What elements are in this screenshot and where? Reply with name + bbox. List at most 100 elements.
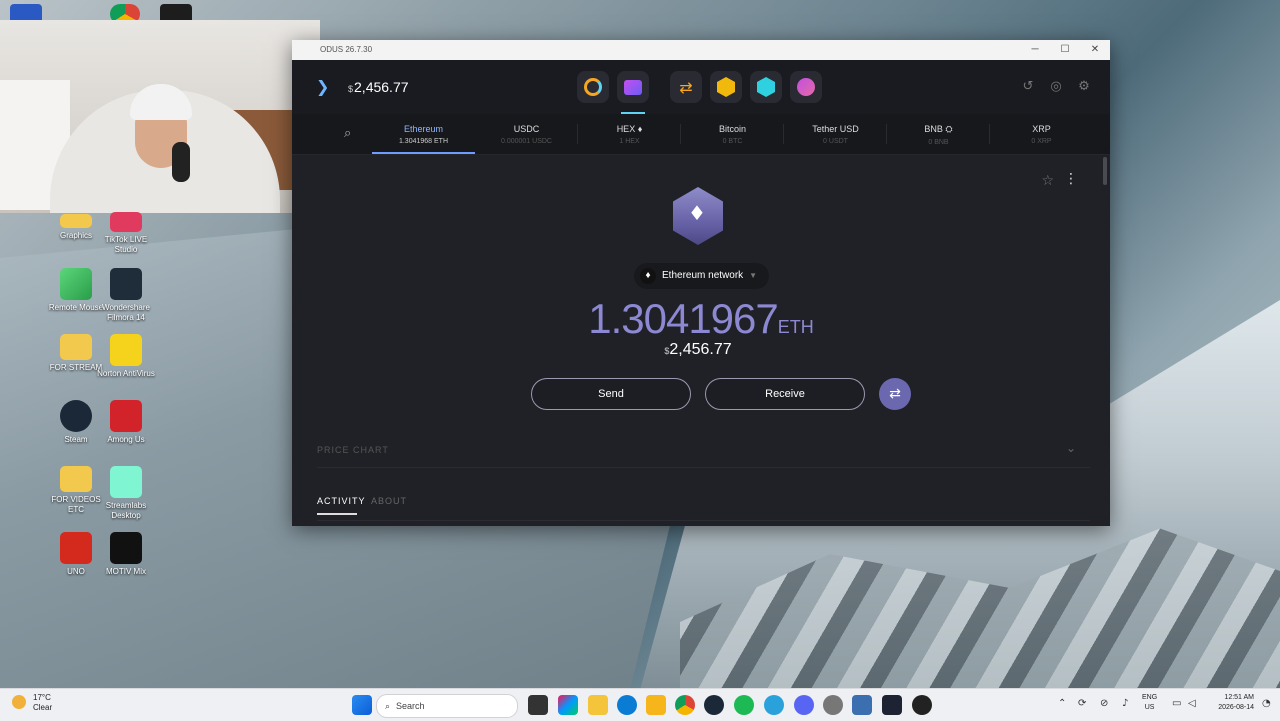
chevron-down-icon[interactable]: ⌄ — [1066, 441, 1076, 455]
ethereum-icon: ♦ — [640, 268, 656, 284]
obs-icon[interactable] — [912, 695, 932, 715]
earn-nav-icon[interactable] — [710, 71, 742, 103]
minimize-icon[interactable]: ─ — [1020, 40, 1050, 60]
desktop-icon-label: TikTok LIVE Studio — [104, 235, 148, 254]
file-explorer-icon[interactable] — [588, 695, 608, 715]
app-icon[interactable] — [646, 695, 666, 715]
asset-name: Bitcoin — [718, 124, 746, 134]
motiv-mix-icon — [110, 532, 142, 564]
favorite-star-icon[interactable]: ☆ — [1041, 173, 1054, 189]
start-windows-icon[interactable] — [352, 695, 372, 715]
exchange-nav-icon[interactable]: ⇄ — [670, 71, 702, 103]
price-chart-toggle[interactable]: PRICE CHART — [317, 445, 389, 455]
streamlabs-icon — [110, 466, 142, 498]
wallet-content: ☆ ⋮ ♦ ♦ Ethereum network ▼ 1.3041967ETH $2… — [292, 155, 1110, 526]
balance-value: 2,456.77 — [354, 79, 409, 95]
asset-tab-bnb[interactable]: BNB ⛭ 0 BNB — [887, 114, 990, 154]
desktop-icon-among-us[interactable]: Among Us — [94, 400, 158, 445]
tab-activity[interactable]: ACTIVITY — [317, 496, 366, 515]
apps-nav-icon[interactable] — [750, 71, 782, 103]
desktop-icon-label: Wondershare Filmora 14 — [102, 303, 150, 322]
search-input[interactable]: ⌕ Search — [376, 694, 518, 718]
chevron-down-icon: ▼ — [749, 271, 758, 280]
asset-tab-xrp[interactable]: XRP 0 XRP — [990, 114, 1093, 154]
fiat-value: 2,456.77 — [669, 341, 732, 358]
desktop-icon-motiv[interactable]: MOTIV Mix — [94, 532, 158, 577]
desktop-icon-filmora[interactable]: Wondershare Filmora 14 — [94, 268, 158, 323]
desktop-icon-streamlabs[interactable]: Streamlabs Desktop — [94, 466, 158, 521]
divider — [317, 520, 1090, 521]
chevron-up-icon[interactable]: ⌃ — [1058, 698, 1066, 709]
language-indicator[interactable]: ENG US — [1142, 693, 1157, 713]
norton-icon — [110, 334, 142, 366]
moon-icon — [12, 695, 26, 709]
search-placeholder: Search — [396, 701, 425, 711]
maximize-icon[interactable]: ☐ — [1050, 40, 1080, 60]
close-icon[interactable]: ✕ — [1080, 40, 1110, 60]
network-selector[interactable]: ♦ Ethereum network ▼ — [634, 263, 770, 289]
folder-icon — [60, 466, 92, 492]
scrollbar[interactable] — [1103, 157, 1107, 185]
app-icon[interactable] — [852, 695, 872, 715]
tiktok-icon — [110, 212, 142, 232]
asset-name: USDC — [513, 124, 540, 134]
sync-icon[interactable]: ⟳ — [1078, 698, 1086, 709]
title-bar[interactable]: ODUS 26.7.30 ─ ☐ ✕ — [292, 40, 1110, 60]
copilot-icon[interactable] — [558, 695, 578, 715]
weather-desc: Clear — [33, 703, 53, 712]
history-icon[interactable]: ↺ — [1020, 79, 1036, 95]
asset-tab-hex[interactable]: HEX ♦ 1 HEX — [578, 114, 681, 154]
display-icon[interactable]: ▭ — [1172, 698, 1181, 709]
microphone-icon[interactable]: ♪ — [1122, 698, 1128, 709]
search-icon[interactable]: ⌕ — [344, 126, 351, 141]
folder-icon — [60, 214, 92, 228]
task-view-icon[interactable] — [528, 695, 548, 715]
asset-tab-usdc[interactable]: USDC 0.000001 USDC — [475, 114, 578, 154]
settings-gear-icon[interactable]: ⚙ — [1076, 79, 1092, 95]
portfolio-balance: $2,456.77 — [348, 79, 409, 95]
spotify-icon[interactable] — [734, 695, 754, 715]
swap-icon: ⇄ — [889, 386, 901, 402]
edge-icon[interactable] — [617, 695, 637, 715]
speaker-icon[interactable]: ◁ — [1188, 698, 1196, 709]
nft-nav-icon[interactable] — [790, 71, 822, 103]
steam-icon[interactable] — [704, 695, 724, 715]
search-icon: ⌕ — [385, 701, 391, 711]
chrome-icon[interactable] — [675, 695, 695, 715]
asset-amount: 0 BTC — [722, 138, 743, 145]
more-options-icon[interactable]: ⋮ — [1064, 171, 1078, 187]
tab-about[interactable]: ABOUT — [371, 496, 407, 506]
desktop-icon-tiktok[interactable]: TikTok LIVE Studio — [94, 212, 158, 255]
backup-icon[interactable]: ◎ — [1048, 79, 1064, 95]
lang-code: ENG — [1142, 694, 1158, 701]
portfolio-nav-icon[interactable] — [577, 71, 609, 103]
network-label: Ethereum network — [662, 270, 744, 281]
asset-tab-ethereum[interactable]: Ethereum 1.3041968 ETH — [372, 114, 475, 154]
window-title: ODUS 26.7.30 — [320, 45, 373, 54]
filmora-icon — [110, 268, 142, 300]
top-nav: ❯ $2,456.77 ⇄ ↺ ◎ ⚙ — [292, 60, 1110, 114]
asset-tab-bitcoin[interactable]: Bitcoin 0 BTC — [681, 114, 784, 154]
webcam-overlay — [0, 20, 320, 213]
telegram-icon[interactable] — [764, 695, 784, 715]
asset-tab-tether[interactable]: Tether USD 0 USDT — [784, 114, 887, 154]
asset-name: Tether USD — [812, 124, 859, 134]
discord-icon[interactable] — [794, 695, 814, 715]
asset-amount: 1 HEX — [619, 138, 640, 145]
exodus-icon[interactable] — [882, 695, 902, 715]
weather-temp: 17°C — [33, 693, 51, 702]
network-off-icon[interactable]: ⊘ — [1100, 698, 1108, 709]
remote-mouse-icon — [60, 268, 92, 300]
clock[interactable]: 12:51 AM 2026-08-14 — [1206, 693, 1254, 713]
wallet-nav-icon[interactable] — [617, 71, 649, 114]
clock-time: 12:51 AM — [1224, 694, 1254, 701]
swap-button[interactable]: ⇄ — [879, 378, 911, 410]
asset-amount: 0 USDT — [823, 138, 848, 145]
notification-icon[interactable]: ◔ — [1262, 698, 1271, 709]
exodus-logo-icon: ❯ — [316, 77, 330, 96]
desktop-icon-norton[interactable]: Norton AntiVirus — [94, 334, 158, 379]
send-button[interactable]: Send — [531, 378, 691, 410]
receive-button[interactable]: Receive — [705, 378, 865, 410]
settings-icon[interactable] — [823, 695, 843, 715]
steam-icon — [60, 400, 92, 432]
